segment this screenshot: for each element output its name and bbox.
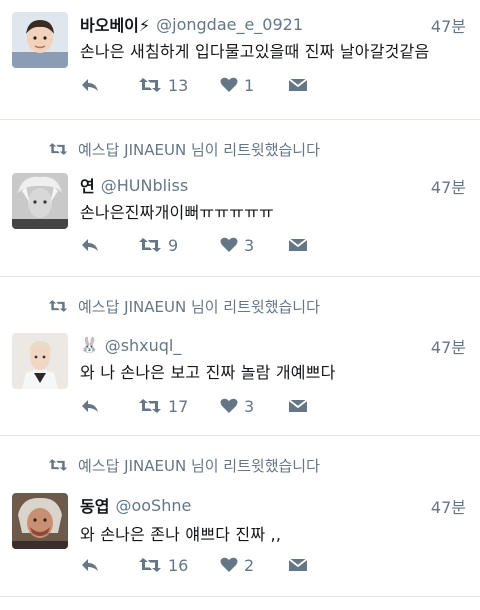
retweet-icon: [139, 78, 161, 92]
timestamp[interactable]: 47분: [431, 174, 466, 198]
envelope-icon: [288, 558, 308, 571]
like-count: 2: [244, 555, 255, 575]
like-count: 3: [244, 235, 255, 255]
direct-message-button[interactable]: [288, 398, 308, 414]
avatar[interactable]: [12, 333, 68, 389]
display-name[interactable]: 연: [80, 173, 95, 197]
like-count: 3: [244, 396, 255, 416]
like-button[interactable]: 3: [220, 236, 288, 255]
tweet[interactable]: 예스답 JINAEUN 님이 리트윗했습니다 동엽 @ooShne 47분 와 …: [0, 437, 480, 597]
retweet-button[interactable]: 9: [138, 236, 220, 255]
user-handle[interactable]: @HUNbliss: [101, 176, 188, 195]
envelope-icon: [288, 78, 308, 91]
retweet-icon: [139, 238, 161, 252]
reply-icon: [82, 79, 98, 91]
reply-icon: [82, 400, 98, 412]
avatar[interactable]: [12, 173, 68, 229]
reply-button[interactable]: [80, 398, 138, 414]
user-handle[interactable]: @jongdae_e_0921: [156, 15, 303, 34]
reply-icon: [82, 559, 98, 571]
retweet-count: 9: [168, 235, 179, 255]
retweeted-by-label[interactable]: 예스답 JINAEUN 님이 리트윗했습니다: [78, 139, 320, 160]
retweet-button[interactable]: 17: [138, 397, 220, 416]
tweet-actions: 13 1: [80, 73, 308, 97]
retweeted-by-line: 예스답 JINAEUN 님이 리트윗했습니다: [48, 294, 320, 318]
retweet-icon: [139, 558, 161, 572]
heart-icon: [220, 557, 238, 572]
retweeted-by-line: 예스답 JINAEUN 님이 리트윗했습니다: [48, 137, 320, 161]
timestamp[interactable]: 47분: [431, 494, 466, 518]
reply-button[interactable]: [80, 557, 138, 573]
retweet-count: 17: [168, 396, 189, 416]
like-count: 1: [244, 75, 255, 95]
retweet-count: 13: [168, 75, 189, 95]
retweet-icon: [48, 300, 68, 312]
direct-message-button[interactable]: [288, 77, 308, 93]
tweet-header: 동엽 @ooShne: [80, 493, 468, 517]
tweet-header: 🐰 @shxuql_: [80, 333, 468, 357]
tweet-header: 연 @HUNbliss: [80, 173, 468, 197]
tweet-actions: 16 2: [80, 553, 308, 577]
tweet-text: 와 손나은 존나 얘쁘다 진짜 ,,: [80, 525, 282, 544]
reply-icon: [82, 239, 98, 251]
retweeted-by-label[interactable]: 예스답 JINAEUN 님이 리트윗했습니다: [78, 455, 320, 476]
tweet-text: 손나은진짜개이뻐ㅠㅠㅠㅠㅠ: [80, 203, 274, 222]
like-button[interactable]: 3: [220, 397, 288, 416]
display-name[interactable]: 동엽: [80, 493, 109, 517]
display-name[interactable]: 바오베이⚡: [80, 12, 150, 36]
retweet-icon: [139, 399, 161, 413]
tweet[interactable]: 바오베이⚡ @jongdae_e_0921 47분 손나은 새침하게 입다물고있…: [0, 0, 480, 120]
heart-icon: [220, 398, 238, 413]
avatar[interactable]: [12, 493, 68, 549]
retweet-icon: [48, 143, 68, 155]
avatar[interactable]: [12, 12, 68, 68]
retweet-count: 16: [168, 555, 189, 575]
direct-message-button[interactable]: [288, 237, 308, 253]
timestamp[interactable]: 47분: [431, 334, 466, 358]
tweet[interactable]: 예스답 JINAEUN 님이 리트윗했습니다 연 @HUNbliss 47분 손…: [0, 121, 480, 277]
tweet[interactable]: 예스답 JINAEUN 님이 리트윗했습니다 🐰 @shxuql_ 47분 와 …: [0, 278, 480, 436]
heart-icon: [220, 77, 238, 92]
heart-icon: [220, 237, 238, 252]
retweeted-by-line: 예스답 JINAEUN 님이 리트윗했습니다: [48, 453, 320, 477]
tweet-actions: 17 3: [80, 394, 308, 418]
tweet-text: 손나은 새침하게 입다물고있을때 진짜 날아갈것같음: [80, 42, 430, 61]
retweet-button[interactable]: 16: [138, 556, 220, 575]
retweeted-by-label[interactable]: 예스답 JINAEUN 님이 리트윗했습니다: [78, 296, 320, 317]
envelope-icon: [288, 399, 308, 412]
tweet-text: 와 나 손나은 보고 진짜 놀람 개예쁘다: [80, 363, 336, 382]
like-button[interactable]: 2: [220, 556, 288, 575]
retweet-button[interactable]: 13: [138, 76, 220, 95]
tweet-header: 바오베이⚡ @jongdae_e_0921: [80, 12, 468, 36]
timeline-feed: 바오베이⚡ @jongdae_e_0921 47분 손나은 새침하게 입다물고있…: [0, 0, 480, 610]
tweet-actions: 9 3: [80, 233, 308, 257]
reply-button[interactable]: [80, 237, 138, 253]
like-button[interactable]: 1: [220, 76, 288, 95]
direct-message-button[interactable]: [288, 557, 308, 573]
display-name[interactable]: 🐰: [80, 336, 99, 354]
retweet-icon: [48, 459, 68, 471]
timestamp[interactable]: 47분: [431, 13, 466, 37]
reply-button[interactable]: [80, 77, 138, 93]
user-handle[interactable]: @ooShne: [115, 496, 191, 515]
envelope-icon: [288, 238, 308, 251]
user-handle[interactable]: @shxuql_: [105, 336, 182, 355]
